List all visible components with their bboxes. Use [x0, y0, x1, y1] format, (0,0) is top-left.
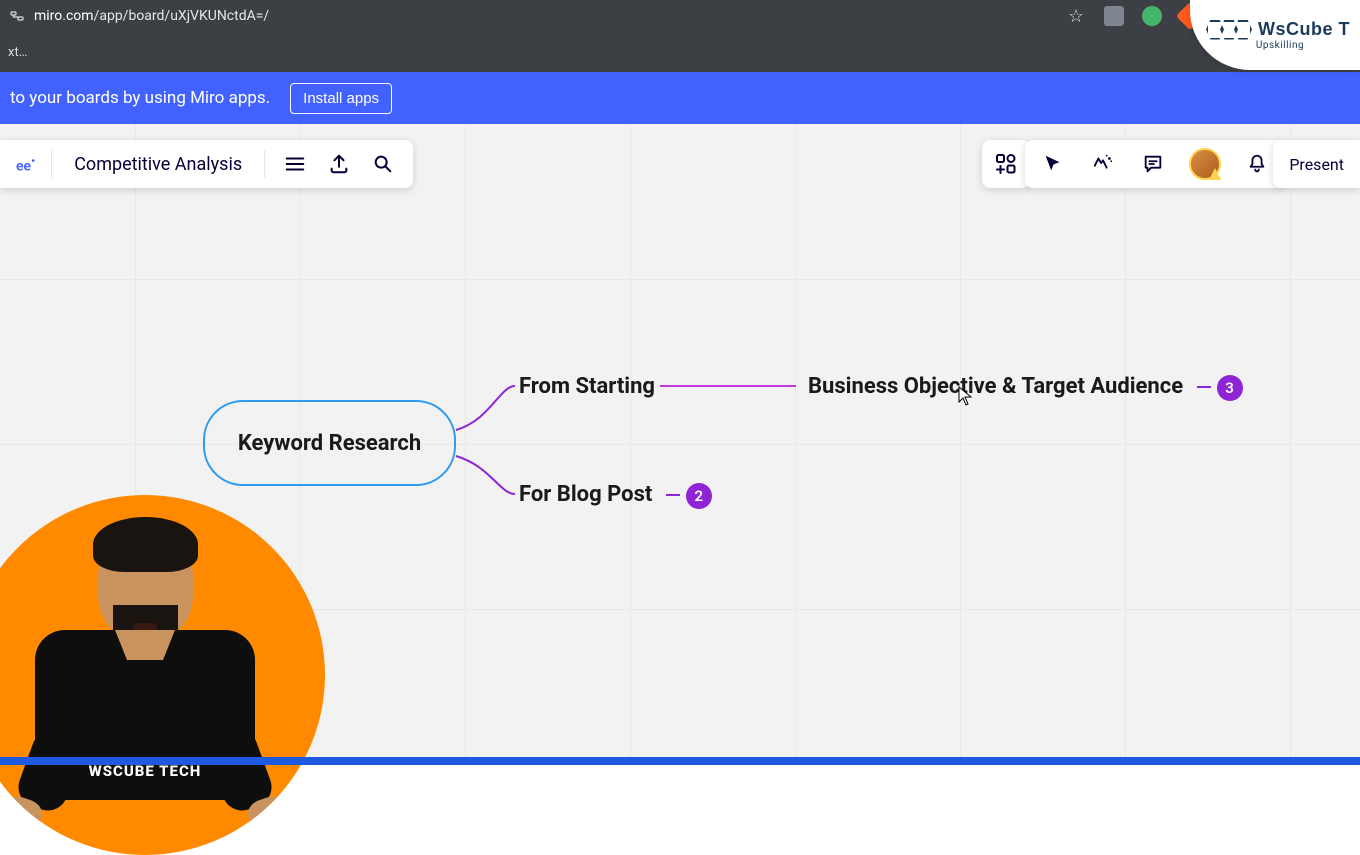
watermark-tagline: Upskilling	[1256, 40, 1304, 51]
bottom-progress-bar	[0, 757, 1360, 765]
bookmark-star-icon[interactable]: ☆	[1068, 6, 1084, 27]
reactions-icon[interactable]	[1089, 150, 1117, 178]
comments-icon[interactable]	[1139, 150, 1167, 178]
promo-text: to your boards by using Miro apps.	[10, 88, 270, 108]
badge-connector	[1197, 386, 1211, 388]
bookmark-item[interactable]: xt…	[8, 45, 27, 60]
mindmap-root-label: Keyword Research	[238, 431, 421, 456]
wscube-watermark: WsCube T Upskilling	[1190, 0, 1360, 70]
collab-toolbar	[1025, 140, 1285, 188]
site-settings-icon[interactable]	[8, 7, 26, 25]
notifications-icon[interactable]	[1243, 150, 1271, 178]
present-button[interactable]: Present	[1273, 140, 1360, 188]
install-apps-button[interactable]: Install apps	[290, 83, 392, 114]
badge-connector	[666, 494, 680, 496]
bookmarks-bar: xt…	[0, 32, 1360, 72]
extension-icon[interactable]	[1104, 6, 1124, 26]
board-header-toolbar: ee• Competitive Analysis	[0, 140, 413, 188]
bookmark-label: xt…	[8, 45, 27, 60]
add-apps-button[interactable]	[982, 140, 1030, 188]
mindmap-node-business-objective[interactable]: Business Objective & Target Audience 3	[808, 374, 1243, 401]
plan-badge[interactable]: ee•	[16, 154, 35, 175]
export-icon[interactable]	[325, 150, 353, 178]
watermark-brand: WsCube T	[1258, 19, 1350, 40]
main-menu-icon[interactable]	[281, 150, 309, 178]
url-area[interactable]: miro.com/app/board/uXjVKUNctdA=/	[8, 7, 1068, 25]
user-avatar[interactable]	[1189, 148, 1221, 180]
board-title[interactable]: Competitive Analysis	[68, 154, 248, 175]
separator	[51, 150, 52, 178]
separator	[264, 150, 265, 178]
mindmap-node-for-blog-post[interactable]: For Blog Post 2	[519, 482, 712, 509]
apps-promo-banner: to your boards by using Miro apps. Insta…	[0, 72, 1360, 124]
cursor-icon[interactable]	[1039, 150, 1067, 178]
node-label: From Starting	[519, 374, 655, 399]
collapsed-count-badge[interactable]: 3	[1217, 375, 1243, 401]
browser-address-bar: miro.com/app/board/uXjVKUNctdA=/ ☆ ◐ S S	[0, 0, 1360, 32]
page-url: miro.com/app/board/uXjVKUNctdA=/	[34, 8, 269, 24]
mindmap-root-node[interactable]: Keyword Research	[203, 400, 456, 486]
collapsed-count-badge[interactable]: 2	[686, 483, 712, 509]
node-label: For Blog Post	[519, 482, 652, 507]
extension-icon[interactable]	[1142, 6, 1162, 26]
mindmap-node-from-starting[interactable]: From Starting	[519, 374, 655, 399]
search-icon[interactable]	[369, 150, 397, 178]
node-label: Business Objective & Target Audience	[808, 374, 1183, 399]
